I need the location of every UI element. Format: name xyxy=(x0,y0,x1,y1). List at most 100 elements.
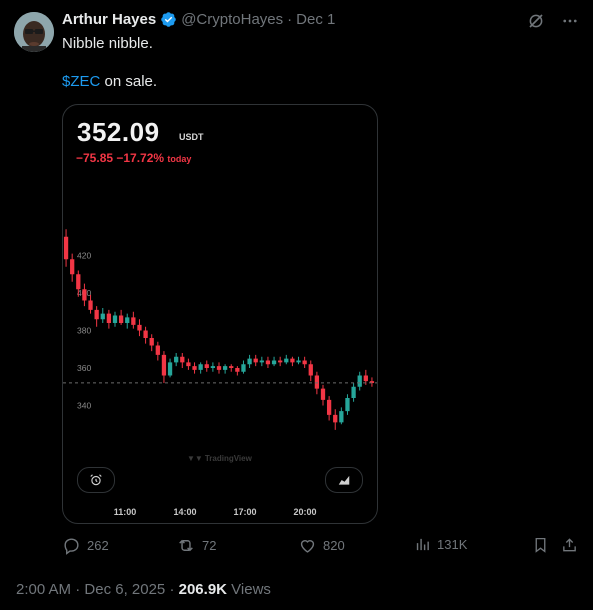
x-tick-label: 17:00 xyxy=(233,507,256,517)
post-date[interactable]: Dec 1 xyxy=(296,11,335,28)
post-full-date[interactable]: Dec 6, 2025 xyxy=(84,581,165,598)
top-actions xyxy=(527,12,579,30)
repost-icon xyxy=(179,539,193,552)
like-count: 820 xyxy=(323,538,345,553)
candle-body xyxy=(94,309,99,320)
candle-body xyxy=(302,360,307,365)
candle-body xyxy=(222,366,228,370)
tweet-text-line1: Nibble nibble. xyxy=(62,35,153,52)
bookmark-action[interactable] xyxy=(532,536,549,554)
reply-icon xyxy=(64,538,79,555)
separator-dot: · xyxy=(287,11,293,28)
candle-body xyxy=(106,313,112,323)
reply-count: 262 xyxy=(87,538,109,553)
views-action[interactable]: 131K xyxy=(414,536,467,553)
price-change-value: −75.85 −17.72% xyxy=(76,151,165,165)
candle-body xyxy=(100,313,105,320)
candle-body xyxy=(259,360,264,363)
more-options-icon[interactable] xyxy=(561,12,579,30)
candle-body xyxy=(247,358,252,365)
candle-body xyxy=(235,368,240,372)
x-tick-label: 20:00 xyxy=(293,507,316,517)
candle-body xyxy=(333,414,338,423)
chart-style-button[interactable] xyxy=(325,467,363,493)
author-handle[interactable]: @CryptoHayes xyxy=(181,11,283,28)
price-unit: USDT xyxy=(179,132,204,142)
candle-body xyxy=(149,338,154,346)
author-name[interactable]: Arthur Hayes xyxy=(62,11,156,28)
candle-body xyxy=(192,366,197,370)
y-tick-label: 340 xyxy=(77,401,91,411)
candle-body xyxy=(271,360,277,365)
watermark-text: TradingView xyxy=(204,454,252,463)
candle-body xyxy=(76,274,81,290)
candle-body xyxy=(229,366,234,368)
candle-body xyxy=(143,330,148,338)
candle-body xyxy=(241,364,246,372)
candle-body xyxy=(326,399,332,415)
grok-icon[interactable] xyxy=(527,12,545,30)
repost-count: 72 xyxy=(202,538,217,553)
author-row: Arthur Hayes @CryptoHayes · Dec 1 xyxy=(62,11,335,28)
tradingview-logo-icon: ▼▼ xyxy=(187,454,203,463)
avatar[interactable] xyxy=(14,12,54,52)
candle-body xyxy=(296,360,301,363)
candle-body xyxy=(265,360,271,365)
tweet-text-line2: $ZEC on sale. xyxy=(62,72,157,92)
candle-body xyxy=(210,366,216,368)
footer-separator: · xyxy=(75,581,81,598)
y-tick-label: 360 xyxy=(77,363,91,373)
candle-body xyxy=(63,236,69,260)
alert-button[interactable] xyxy=(77,467,115,493)
candle-body xyxy=(339,411,344,423)
candle-body xyxy=(118,315,124,323)
candle-body xyxy=(167,362,173,376)
current-price: 352.09 xyxy=(77,117,160,147)
candle-body xyxy=(320,388,326,400)
verified-badge-icon xyxy=(161,12,176,27)
candle-body xyxy=(357,375,362,387)
area-chart-icon xyxy=(338,475,350,485)
heart-icon xyxy=(300,540,315,553)
candle-body xyxy=(290,358,295,363)
action-bar: 262 72 820 131K xyxy=(62,536,582,556)
candle-body xyxy=(253,358,258,363)
reply-action[interactable]: 262 xyxy=(62,536,109,555)
candle-body xyxy=(70,259,75,275)
total-views-label: Views xyxy=(231,581,271,598)
candle-body xyxy=(186,362,191,367)
candle-body xyxy=(284,358,289,363)
candle-body xyxy=(125,317,130,323)
candle-body xyxy=(180,356,185,363)
repost-action[interactable]: 72 xyxy=(176,536,216,555)
views-count: 131K xyxy=(437,537,468,552)
y-tick-label: 380 xyxy=(77,326,91,336)
like-action[interactable]: 820 xyxy=(298,536,345,555)
bookmark-icon xyxy=(535,537,546,553)
candle-body xyxy=(174,356,179,363)
tweet-text-rest: on sale. xyxy=(100,73,158,90)
y-tick-label: 420 xyxy=(77,251,91,261)
candle-body xyxy=(345,398,350,412)
share-action[interactable] xyxy=(561,536,578,554)
candle-body xyxy=(314,375,320,389)
x-tick-label: 14:00 xyxy=(173,507,196,517)
candle-body xyxy=(155,345,160,355)
tradingview-watermark: ▼▼ TradingView xyxy=(187,454,252,463)
post-time[interactable]: 2:00 AM xyxy=(16,581,71,598)
chart-card[interactable]: 42040038036034011:0014:0017:0020:00 352.… xyxy=(62,104,378,524)
candle-body xyxy=(131,317,136,325)
candle-body xyxy=(198,364,203,370)
share-icon xyxy=(563,538,576,552)
price-change: −75.85 −17.72% today xyxy=(76,151,191,165)
candle-body xyxy=(363,375,368,382)
cashtag-link[interactable]: $ZEC xyxy=(62,73,100,90)
analytics-icon xyxy=(416,538,429,551)
total-views-count: 206.9K xyxy=(178,581,227,598)
footer-separator: · xyxy=(169,581,175,598)
candle-body xyxy=(112,315,118,323)
alarm-clock-icon xyxy=(90,474,102,486)
candle-body xyxy=(351,386,356,398)
candle-body xyxy=(216,366,222,370)
avatar-image xyxy=(14,12,54,52)
